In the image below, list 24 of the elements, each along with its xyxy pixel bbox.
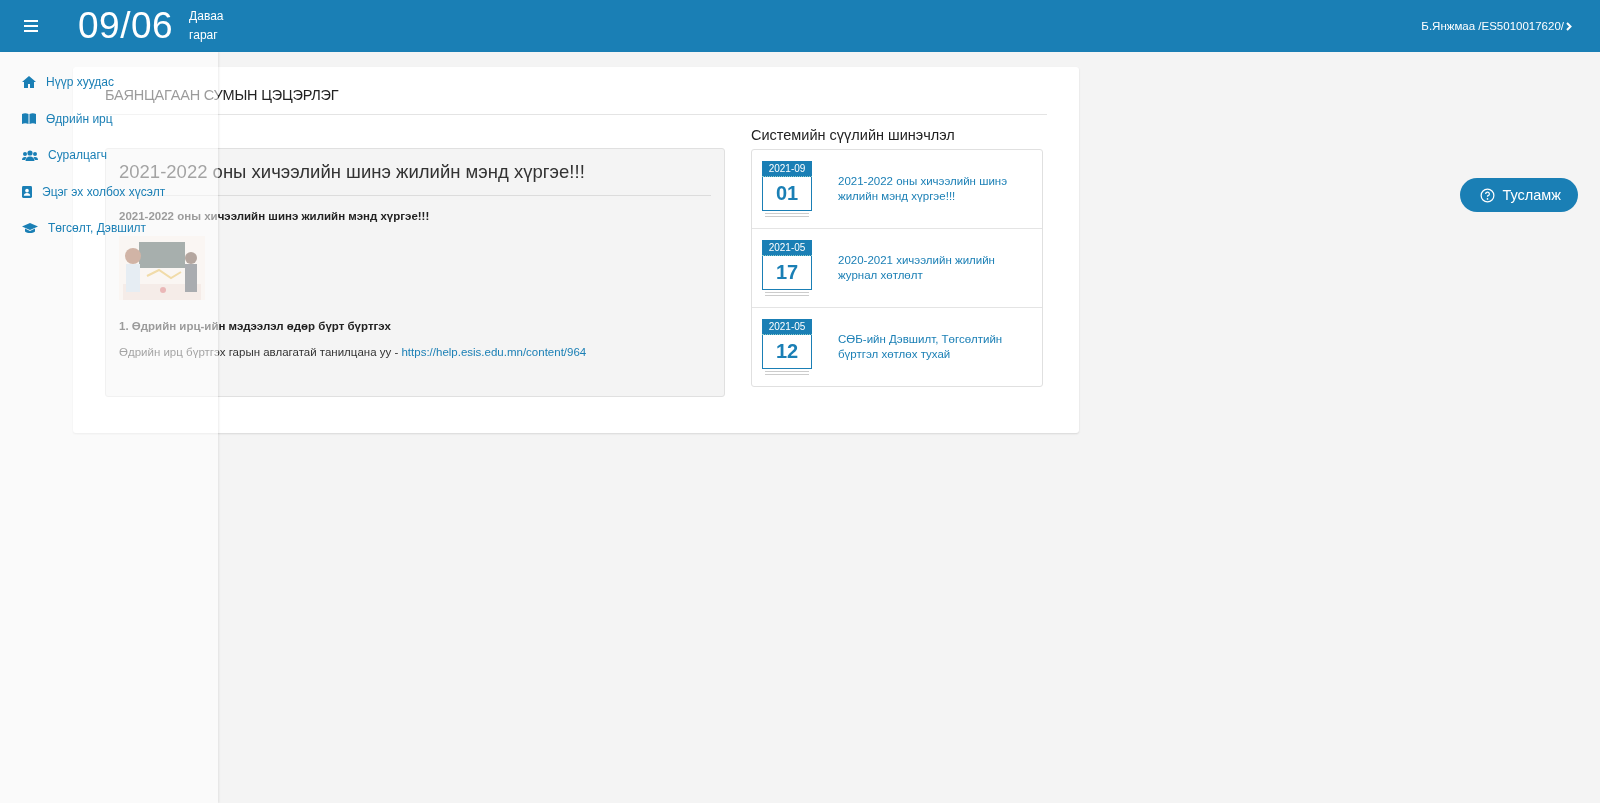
update-link[interactable]: 2021-2022 оны хичээлийн шинэ жилийн мэнд хүргэе!!!	[838, 174, 1018, 204]
sidebar-item[interactable]: Эцэг эх холбох хүсэлт	[22, 185, 166, 198]
update-link[interactable]: СӨБ-ийн Дэвшилт, Төгсөлтийн бүртгэл хөтлөх тухай	[838, 332, 1018, 362]
help-icon	[1480, 187, 1496, 203]
home-icon	[22, 76, 36, 88]
book-icon	[22, 113, 36, 124]
sidebar-item[interactable]: Өдрийн ирц	[22, 112, 113, 125]
announcement-subtitle: 2021-2022 оны хичээлийн шинэ жилийн мэнд хүргэе!!!	[119, 210, 431, 222]
user-menu[interactable]: Б.Янжмаа /ES5010017620/	[1421, 20, 1572, 32]
instruction-text: Өдрийн ирц бүртгэх гарын авлагатай танилцана уу - https://help.esis.edu.mn/content/964	[119, 346, 588, 358]
graduation-cap-icon	[22, 222, 38, 234]
sidebar-item[interactable]: Суралцагч	[22, 149, 108, 161]
chevron-icon	[1566, 21, 1572, 31]
instruction-heading: 1. Өдрийн ирц-ийн мэдээлэл өдөр бүрт бүртгэх	[119, 320, 392, 332]
help-link[interactable]: https://help.esis.edu.mn/content/964	[401, 346, 587, 358]
users-icon	[22, 149, 38, 161]
contact-icon	[22, 185, 32, 198]
weekday-text: Даваа гараг	[189, 8, 225, 44]
help-button[interactable]: Тусламж	[1460, 178, 1578, 212]
updates-heading: Системийн сүүлийн шинэчлэл	[751, 127, 956, 143]
date-text: 09/06	[78, 5, 174, 47]
sidebar-item[interactable]: Төгсөлт, Дэвшилт	[22, 222, 147, 234]
update-link[interactable]: 2020-2021 хичээлийн жилийн журнал хөтлөлт	[838, 253, 1018, 283]
sidebar-item[interactable]: Нүүр хуудас	[22, 76, 114, 88]
